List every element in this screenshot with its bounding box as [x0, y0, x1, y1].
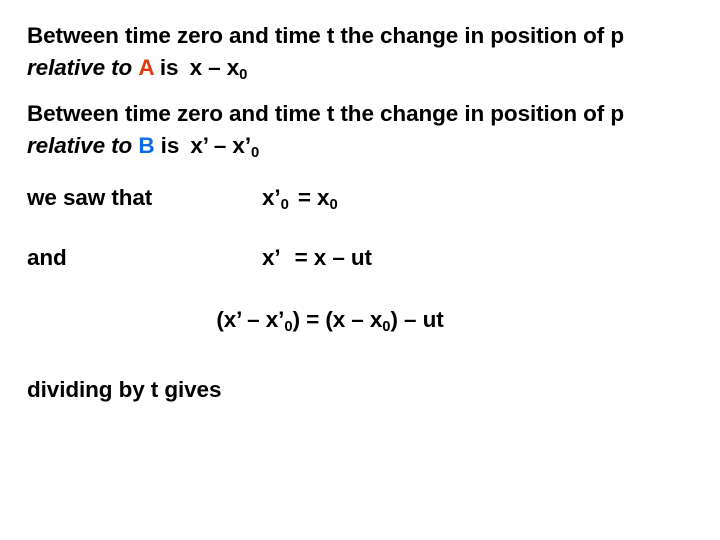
equation-displacement-difference: (x’ – x’0) = (x – x0) – ut — [0, 304, 660, 339]
frame-label-a: A — [138, 55, 154, 80]
paragraph-b-expression: x’ – x’0 — [190, 133, 260, 162]
paragraph-relative-to-a: Between time zero and time t the change … — [27, 20, 627, 87]
row-we-saw-that: we saw that x’0 = x0 — [27, 182, 687, 214]
equation-center-sub-right: 0 — [382, 319, 391, 336]
row-we-saw-that-label: we saw that — [27, 185, 153, 210]
closing-dividing-by-t-gives: dividing by t gives — [27, 377, 222, 402]
slide-canvas: Between time zero and time t the change … — [0, 0, 720, 540]
equation-center-tail: ) – ut — [390, 307, 444, 332]
equation-center-mid: ) = (x – x — [292, 307, 383, 332]
paragraph-a-connector: is — [153, 55, 185, 80]
frame-label-b: B — [138, 133, 155, 158]
row-and-label: and — [27, 245, 67, 270]
paragraph-a-lead-text: Between time zero and time t the change … — [27, 23, 624, 48]
paragraph-a-emphasis-relative-to: relative to — [27, 55, 133, 80]
equation-center-sub-left: 0 — [284, 319, 293, 336]
paragraph-b-connector: is — [154, 133, 186, 158]
paragraph-a-expression-subscript: 0 — [239, 67, 248, 84]
paragraph-b-emphasis-relative-to: relative to — [27, 133, 133, 158]
paragraph-b-expression-base: x’ – x’ — [190, 133, 251, 158]
equation-center-open-left: (x’ – x’ — [216, 307, 285, 332]
paragraph-b-lead-text: Between time zero and time t the change … — [27, 101, 624, 126]
row-and: and x’ = x – ut — [27, 242, 687, 274]
equation-galilean-transform: = x – ut — [294, 245, 372, 270]
equation-initial-position-prime-subscript: 0 — [280, 197, 289, 214]
equation-position-prime: x’ — [262, 245, 281, 270]
paragraph-b-expression-subscript: 0 — [251, 145, 260, 162]
equation-initial-position-subscript: 0 — [329, 197, 338, 214]
row-we-saw-that-equation: x’0 = x0 — [262, 182, 338, 217]
equation-initial-position-prime: x’ — [262, 185, 281, 210]
row-and-equation: x’ = x – ut — [262, 242, 372, 274]
paragraph-a-expression-base: x – x — [189, 55, 240, 80]
paragraph-a-expression: x – x0 — [189, 55, 248, 84]
paragraph-relative-to-b: Between time zero and time t the change … — [27, 98, 627, 165]
equation-equals-initial-position: = x — [297, 185, 330, 210]
